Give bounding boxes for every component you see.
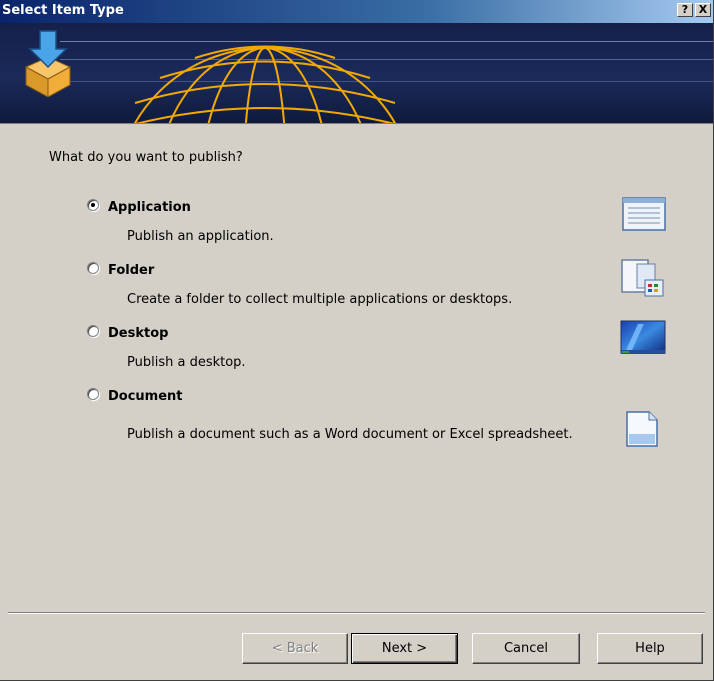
document-page-icon (626, 411, 658, 447)
application-radio[interactable] (87, 199, 99, 211)
application-option-description: Publish an application. (127, 229, 274, 244)
application-option-label[interactable]: Application (108, 200, 191, 215)
desktop-option-label[interactable]: Desktop (108, 326, 168, 341)
title-bar[interactable]: Select Item Type ? X (0, 0, 713, 23)
desktop-radio[interactable] (87, 325, 99, 337)
desktop-screen-icon (620, 320, 666, 354)
help-button[interactable]: Help (597, 633, 703, 664)
application-window-icon (622, 197, 666, 231)
help-title-button[interactable]: ? (677, 3, 693, 17)
window-title: Select Item Type (2, 3, 124, 18)
folder-option-label[interactable]: Folder (108, 263, 154, 278)
footer-separator-highlight (8, 613, 705, 614)
back-button[interactable]: < Back (242, 633, 348, 664)
desktop-option-description: Publish a desktop. (127, 355, 246, 370)
document-option-description: Publish a document such as a Word docume… (127, 427, 573, 442)
document-option-label[interactable]: Document (108, 389, 183, 404)
folder-option-description: Create a folder to collect multiple appl… (127, 292, 513, 307)
cancel-button[interactable]: Cancel (472, 633, 580, 664)
document-radio[interactable] (87, 388, 99, 400)
select-item-type-dialog: Select Item Type ? X What do you want to… (0, 0, 714, 681)
globe-graphic (133, 45, 397, 123)
folder-radio[interactable] (87, 262, 99, 274)
header-banner (0, 23, 713, 124)
folder-document-icon (621, 259, 664, 297)
next-button[interactable]: Next > (351, 633, 458, 664)
publish-arrow-box-icon (24, 30, 72, 97)
publish-prompt: What do you want to publish? (49, 150, 243, 165)
close-title-button[interactable]: X (695, 3, 711, 17)
globe-icon (133, 45, 397, 123)
